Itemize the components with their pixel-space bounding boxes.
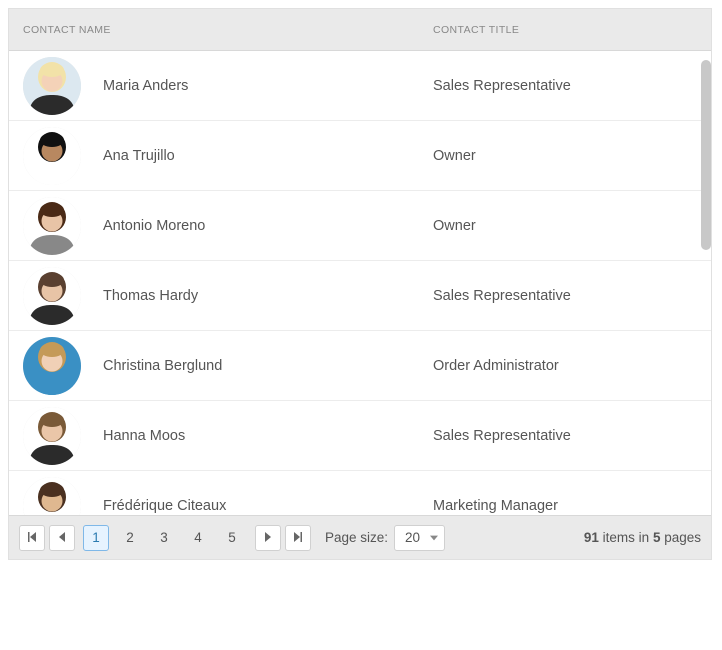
cell-contact-title: Sales Representative [419,288,711,304]
avatar [23,197,81,255]
cell-contact-name: Ana Trujillo [9,127,419,185]
contact-name-text: Maria Anders [103,78,188,94]
avatar [23,477,81,515]
prev-page-icon [57,530,67,545]
cell-contact-title: Owner [419,218,711,234]
cell-contact-name: Thomas Hardy [9,267,419,325]
table-row[interactable]: Christina Berglund Order Administrator [9,331,711,401]
cell-contact-name: Maria Anders [9,57,419,115]
cell-contact-title: Marketing Manager [419,498,711,514]
cell-contact-title: Owner [419,148,711,164]
grid-header: CONTACT NAME CONTACT TITLE [9,9,711,51]
grid-body: Maria Anders Sales Representative Ana Tr… [9,51,711,515]
next-page-icon [263,530,273,545]
avatar [23,337,81,395]
contact-name-text: Frédérique Citeaux [103,498,226,514]
first-page-icon [27,530,37,545]
table-row[interactable]: Ana Trujillo Owner [9,121,711,191]
cell-contact-name: Frédérique Citeaux [9,477,419,515]
cell-contact-title: Order Administrator [419,358,711,374]
pager-first-button[interactable] [19,525,45,551]
pager-next-button[interactable] [255,525,281,551]
table-row[interactable]: Hanna Moos Sales Representative [9,401,711,471]
avatar [23,267,81,325]
chevron-down-icon [430,530,438,545]
cell-contact-title: Sales Representative [419,78,711,94]
column-header-title[interactable]: CONTACT TITLE [419,24,711,36]
page-number-1[interactable]: 1 [83,525,109,551]
pager-prev-button[interactable] [49,525,75,551]
page-number-3[interactable]: 3 [151,525,177,551]
contact-name-text: Christina Berglund [103,358,222,374]
table-row[interactable]: Antonio Moreno Owner [9,191,711,261]
column-header-name[interactable]: CONTACT NAME [9,24,419,36]
pager: 12345 Page size: 20 91 items in 5 pages [9,515,711,559]
table-row[interactable]: Thomas Hardy Sales Representative [9,261,711,331]
page-size-value: 20 [405,530,420,545]
avatar [23,127,81,185]
scrollbar-thumb[interactable] [701,60,711,250]
cell-contact-title: Sales Representative [419,428,711,444]
page-number-5[interactable]: 5 [219,525,245,551]
avatar [23,57,81,115]
table-row[interactable]: Frédérique Citeaux Marketing Manager [9,471,711,515]
scrollbar[interactable] [700,60,712,260]
cell-contact-name: Christina Berglund [9,337,419,395]
cell-contact-name: Antonio Moreno [9,197,419,255]
page-size-select[interactable]: 20 [394,525,445,551]
page-size-label: Page size: [325,530,388,545]
avatar [23,407,81,465]
table-row[interactable]: Maria Anders Sales Representative [9,51,711,121]
cell-contact-name: Hanna Moos [9,407,419,465]
contact-name-text: Ana Trujillo [103,148,175,164]
contact-name-text: Hanna Moos [103,428,185,444]
contact-name-text: Thomas Hardy [103,288,198,304]
data-grid: CONTACT NAME CONTACT TITLE Maria Anders … [8,8,712,560]
pager-last-button[interactable] [285,525,311,551]
page-number-2[interactable]: 2 [117,525,143,551]
last-page-icon [293,530,303,545]
contact-name-text: Antonio Moreno [103,218,205,234]
pager-info: 91 items in 5 pages [584,530,701,545]
page-number-4[interactable]: 4 [185,525,211,551]
